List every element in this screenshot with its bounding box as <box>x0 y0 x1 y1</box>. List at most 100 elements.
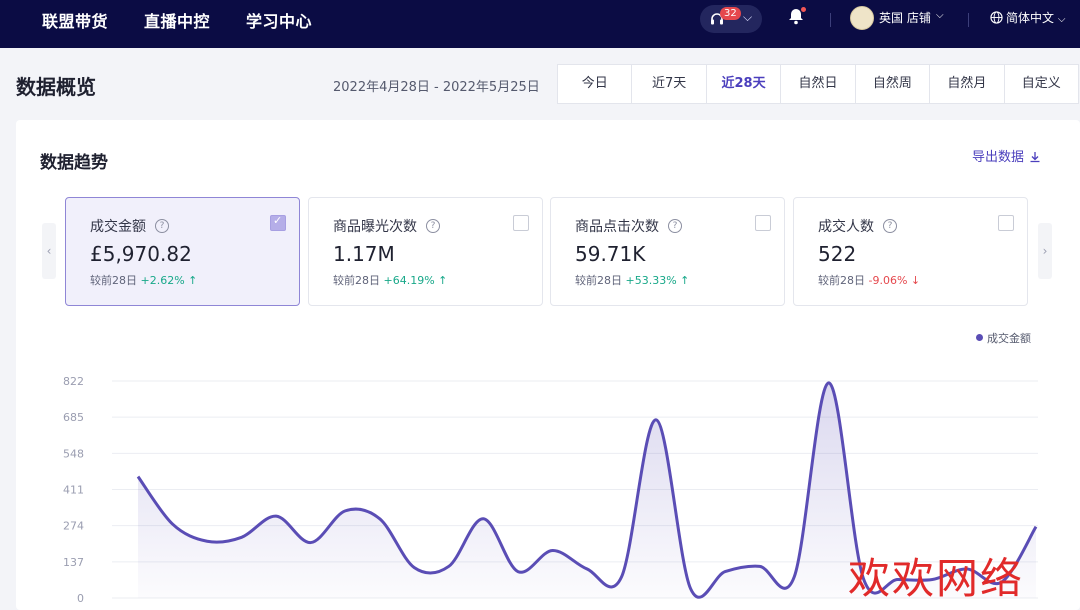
metric-checkbox[interactable] <box>270 214 286 231</box>
data-point[interactable] <box>446 563 452 569</box>
data-point[interactable] <box>342 508 348 514</box>
change-value: +2.62% <box>140 274 185 287</box>
data-point[interactable] <box>584 566 590 572</box>
chevron-down-icon: ⌵ <box>1057 14 1066 25</box>
metric-value: 59.71K <box>575 242 646 266</box>
nav-divider <box>830 13 831 27</box>
data-point[interactable] <box>204 538 210 544</box>
metric-card-gmv[interactable]: 成交金额 ? £5,970.82 较前28日 +2.62% ↑ <box>65 197 300 306</box>
watermark-text: 欢欢网络 <box>848 554 1025 603</box>
date-range-picker[interactable]: 2022年4月28日 - 2022年5月25日 <box>333 76 540 95</box>
data-point[interactable] <box>1033 524 1039 530</box>
y-tick-label: 548 <box>63 447 84 460</box>
data-point[interactable] <box>826 380 832 386</box>
help-icon[interactable]: ? <box>426 219 440 233</box>
metric-card-impressions[interactable]: 商品曝光次数 ? 1.17M 较前28日 +64.19% ↑ <box>308 197 543 306</box>
metric-label: 商品点击次数 <box>575 219 659 235</box>
y-tick-label: 411 <box>63 484 84 497</box>
data-point[interactable] <box>757 563 763 569</box>
data-point[interactable] <box>239 534 245 540</box>
arrow-up-icon: ↑ <box>184 274 198 287</box>
metric-compare: 较前28日 +53.33% ↑ <box>575 272 689 288</box>
metric-checkbox[interactable] <box>755 215 771 231</box>
arrow-down-icon: ↓ <box>907 274 921 287</box>
nav-item-learning-center[interactable]: 学习中心 <box>246 8 312 32</box>
export-data-link[interactable]: 导出数据 <box>972 146 1041 165</box>
data-point[interactable] <box>480 516 486 522</box>
change-value: +64.19% <box>383 274 435 287</box>
next-metrics-button[interactable]: › <box>1038 223 1052 279</box>
tab-natural-month[interactable]: 自然月 <box>930 65 1005 103</box>
download-icon <box>1030 152 1040 163</box>
tab-last-28-days[interactable]: 近28天 <box>707 65 782 103</box>
data-point[interactable] <box>135 474 141 480</box>
language-label: 简体中文 <box>1006 11 1055 25</box>
top-nav-bar: 联盟带货 直播中控 学习中心 32 ⌵ 英国 店铺 ⌵ 简体中文 ⌵ <box>0 0 1080 48</box>
metric-label: 成交金额 <box>90 219 146 235</box>
data-point[interactable] <box>308 540 314 546</box>
metric-checkbox[interactable] <box>513 215 529 231</box>
metric-compare: 较前28日 -9.06% ↓ <box>818 272 920 288</box>
metric-value: £5,970.82 <box>90 242 192 266</box>
data-point[interactable] <box>791 574 797 580</box>
notification-bell-button[interactable] <box>788 7 808 29</box>
chevron-down-icon: ⌵ <box>936 10 944 21</box>
chevron-down-icon: ⌵ <box>743 10 753 24</box>
metric-card-clicks[interactable]: 商品点击次数 ? 59.71K 较前28日 +53.33% ↑ <box>550 197 785 306</box>
data-point[interactable] <box>549 547 555 553</box>
tab-natural-week[interactable]: 自然周 <box>856 65 931 103</box>
help-icon[interactable]: ? <box>155 219 169 233</box>
language-selector[interactable]: 简体中文 ⌵ <box>990 9 1065 26</box>
tab-natural-day[interactable]: 自然日 <box>781 65 856 103</box>
store-name: 英国 店铺 <box>879 11 931 25</box>
compare-label: 较前28日 <box>575 274 622 287</box>
globe-icon <box>990 11 1003 24</box>
data-point[interactable] <box>688 586 694 592</box>
y-tick-label: 685 <box>63 411 84 424</box>
y-tick-label: 274 <box>63 520 84 533</box>
store-avatar <box>850 6 874 30</box>
y-tick-label: 137 <box>63 556 84 569</box>
tab-last-7-days[interactable]: 近7天 <box>632 65 707 103</box>
arrow-up-icon: ↑ <box>676 274 690 287</box>
change-value: -9.06% <box>868 274 908 287</box>
compare-label: 较前28日 <box>818 274 865 287</box>
data-point[interactable] <box>273 513 279 519</box>
data-point[interactable] <box>377 516 383 522</box>
tab-today[interactable]: 今日 <box>558 65 633 103</box>
notification-count-badge: 32 <box>720 7 741 20</box>
range-tabs: 今日 近7天 近28天 自然日 自然周 自然月 自定义 <box>557 64 1079 104</box>
data-point[interactable] <box>411 565 417 571</box>
metric-card-buyers[interactable]: 成交人数 ? 522 较前28日 -9.06% ↓ <box>793 197 1028 306</box>
data-point[interactable] <box>619 574 625 580</box>
nav-divider <box>968 13 969 27</box>
data-point[interactable] <box>170 521 176 527</box>
nav-item-live-control[interactable]: 直播中控 <box>144 8 210 32</box>
data-point[interactable] <box>515 569 521 575</box>
help-icon[interactable]: ? <box>883 219 897 233</box>
arrow-up-icon: ↑ <box>434 274 448 287</box>
data-point[interactable] <box>722 569 728 575</box>
metric-checkbox[interactable] <box>998 215 1014 231</box>
data-trend-card: 数据趋势 导出数据 ‹ › 成交金额 ? £5,970.82 较前28日 +2.… <box>16 120 1080 610</box>
nav-item-affiliate[interactable]: 联盟带货 <box>42 8 108 32</box>
compare-label: 较前28日 <box>333 274 380 287</box>
compare-label: 较前28日 <box>90 274 137 287</box>
y-tick-label: 822 <box>63 375 84 388</box>
legend-label: 成交金额 <box>987 332 1031 345</box>
chevron-left-icon: ‹ <box>46 244 52 258</box>
prev-metrics-button[interactable]: ‹ <box>42 223 56 279</box>
support-button[interactable]: 32 ⌵ <box>700 5 762 33</box>
chart-legend[interactable]: 成交金额 <box>976 330 1031 346</box>
y-tick-label: 0 <box>77 592 84 605</box>
legend-marker <box>976 334 983 341</box>
export-label: 导出数据 <box>972 150 1025 165</box>
tab-custom[interactable]: 自定义 <box>1005 65 1078 103</box>
help-icon[interactable]: ? <box>668 219 682 233</box>
metric-compare: 较前28日 +64.19% ↑ <box>333 272 447 288</box>
change-value: +53.33% <box>625 274 677 287</box>
unread-dot <box>801 7 806 12</box>
page-title: 数据概览 <box>16 75 96 99</box>
chevron-right-icon: › <box>1042 244 1048 258</box>
data-point[interactable] <box>653 417 659 423</box>
